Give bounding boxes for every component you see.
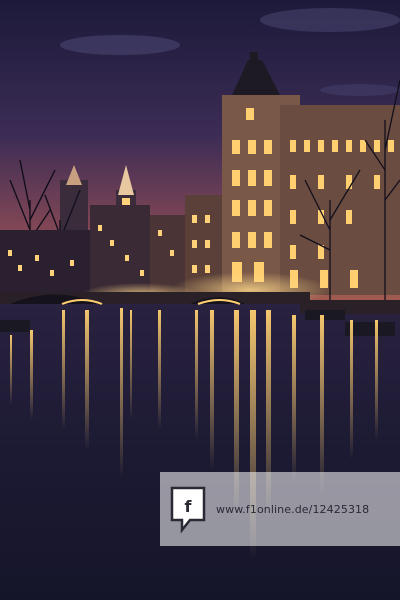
cloud xyxy=(60,35,180,55)
watermark-text: www.f1online.de/12425318 xyxy=(216,502,370,516)
watermark: f www.f1online.de/12425318 xyxy=(160,472,400,546)
cloud xyxy=(260,8,400,32)
f1online-logo-icon: f xyxy=(170,486,206,534)
cloud xyxy=(320,84,400,96)
svg-text:f: f xyxy=(185,497,193,516)
canal-water xyxy=(0,300,400,600)
